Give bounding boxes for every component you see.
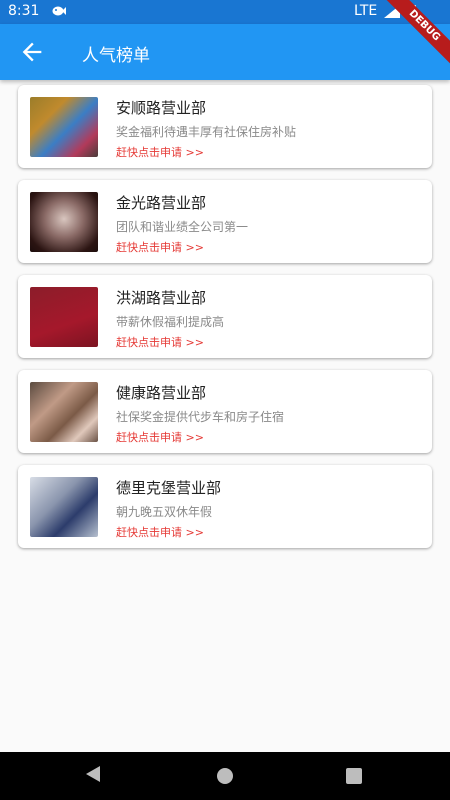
apply-link[interactable]: 赶快点击申请 >> bbox=[116, 334, 204, 350]
list-item[interactable]: 安顺路营业部 奖金福利待遇丰厚有社保住房补贴 赶快点击申请 >> bbox=[18, 85, 432, 168]
apply-link[interactable]: 赶快点击申请 >> bbox=[116, 239, 204, 255]
nav-home-icon[interactable] bbox=[217, 768, 233, 784]
branch-title: 洪湖路营业部 bbox=[116, 289, 207, 307]
apply-link[interactable]: 赶快点击申请 >> bbox=[116, 144, 204, 160]
branch-description: 奖金福利待遇丰厚有社保住房补贴 bbox=[116, 125, 297, 139]
apply-link[interactable]: 赶快点击申请 >> bbox=[116, 429, 204, 445]
list-item[interactable]: 洪湖路营业部 带薪休假福利提成高 赶快点击申请 >> bbox=[18, 275, 432, 358]
nav-back-icon[interactable] bbox=[86, 766, 100, 782]
branch-description: 团队和谐业绩全公司第一 bbox=[116, 220, 249, 234]
branch-description: 社保奖金提供代步车和房子住宿 bbox=[116, 410, 285, 424]
branch-list: 安顺路营业部 奖金福利待遇丰厚有社保住房补贴 赶快点击申请 >> 金光路营业部 … bbox=[18, 85, 432, 560]
list-item[interactable]: 金光路营业部 团队和谐业绩全公司第一 赶快点击申请 >> bbox=[18, 180, 432, 263]
branch-description: 朝九晚五双休年假 bbox=[116, 505, 213, 519]
branch-description: 带薪休假福利提成高 bbox=[116, 315, 225, 329]
list-item[interactable]: 德里克堡营业部 朝九晚五双休年假 赶快点击申请 >> bbox=[18, 465, 432, 548]
branch-thumbnail bbox=[30, 192, 98, 252]
network-type: LTE bbox=[354, 3, 378, 19]
page-title: 人气榜单 bbox=[82, 46, 150, 66]
branch-title: 德里克堡营业部 bbox=[116, 479, 222, 497]
branch-thumbnail bbox=[30, 382, 98, 442]
notification-icon bbox=[52, 6, 66, 16]
status-time: 8:31 bbox=[8, 3, 40, 19]
branch-title: 健康路营业部 bbox=[116, 384, 207, 402]
app-bar: 人气榜单 bbox=[0, 24, 450, 80]
branch-title: 金光路营业部 bbox=[116, 194, 207, 212]
branch-title: 安顺路营业部 bbox=[116, 99, 207, 117]
status-bar: 8:31 LTE bbox=[0, 0, 450, 24]
branch-thumbnail bbox=[30, 287, 98, 347]
branch-thumbnail bbox=[30, 477, 98, 537]
nav-recents-icon[interactable] bbox=[346, 768, 362, 784]
arrow-back-icon[interactable] bbox=[18, 38, 46, 66]
list-item[interactable]: 健康路营业部 社保奖金提供代步车和房子住宿 赶快点击申请 >> bbox=[18, 370, 432, 453]
branch-thumbnail bbox=[30, 97, 98, 157]
system-nav-bar bbox=[0, 752, 450, 800]
apply-link[interactable]: 赶快点击申请 >> bbox=[116, 524, 204, 540]
